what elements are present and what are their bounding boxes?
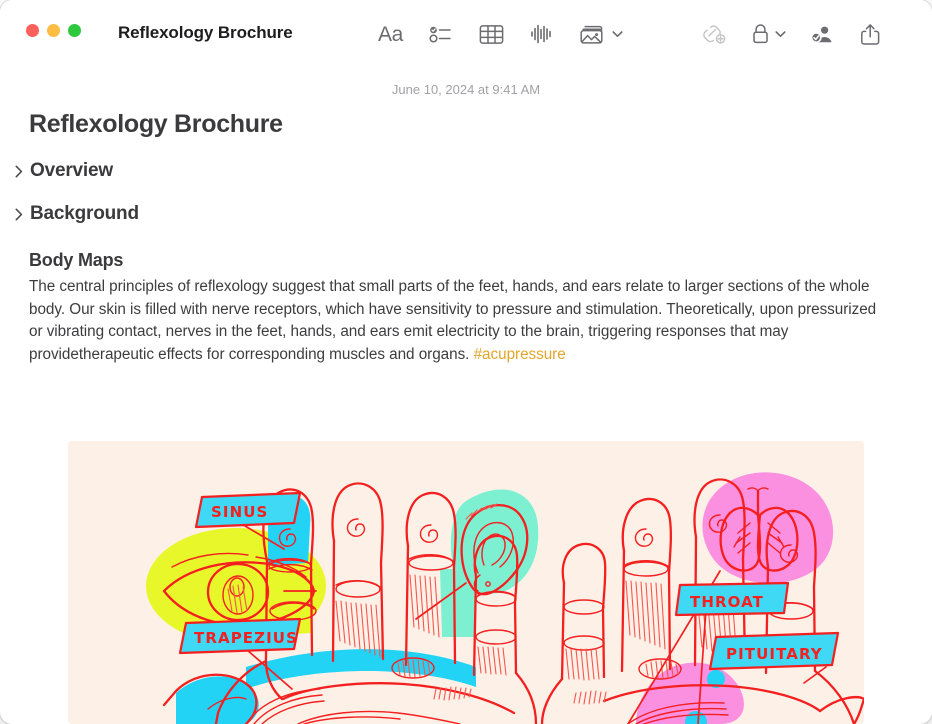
hashtag-acupressure[interactable]: #acupressure — [474, 346, 566, 363]
label-trapezius-text: TRAPEZIUS — [194, 629, 298, 647]
sidebar-item-overview[interactable]: Overview — [13, 160, 932, 182]
format-text-label: Aa — [378, 22, 403, 46]
label-pituitary-text: PITUITARY — [726, 645, 823, 663]
sidebar-item-background[interactable]: Background — [13, 203, 932, 225]
audio-button[interactable] — [530, 17, 554, 51]
toolbar-center-group: Aa — [378, 16, 623, 52]
label-sinus-text: SINUS — [211, 503, 268, 521]
share-button[interactable] — [860, 17, 881, 51]
link-plus-icon — [700, 23, 727, 45]
note-content-area[interactable]: June 10, 2024 at 9:41 AM Reflexology Bro… — [0, 68, 932, 724]
chevron-right-icon[interactable] — [13, 162, 25, 180]
checklist-icon — [429, 24, 453, 44]
label-throat-text: THROAT — [690, 593, 764, 611]
window-title: Reflexology Brochure — [118, 23, 293, 42]
maximize-button[interactable] — [68, 24, 81, 37]
lock-button[interactable] — [751, 17, 786, 51]
toolbar-right-group — [700, 16, 881, 52]
traffic-light-controls — [26, 24, 81, 37]
window-titlebar: Reflexology Brochure Aa — [0, 0, 932, 68]
section-heading-overview: Overview — [30, 160, 113, 181]
table-button[interactable] — [479, 17, 504, 51]
chevron-down-icon — [612, 30, 623, 38]
paragraph-text: The central principles of reflexology su… — [29, 278, 877, 363]
add-link-button[interactable] — [700, 17, 727, 51]
photos-icon — [580, 23, 607, 45]
hand-reflexology-svg: .ink { stroke:#f41f1f; fill:none; stroke… — [68, 441, 864, 724]
chevron-down-icon — [775, 30, 786, 38]
media-button[interactable] — [580, 17, 623, 51]
minimize-button[interactable] — [47, 24, 60, 37]
label-sinus: SINUS — [194, 491, 302, 529]
body-maps-paragraph: The central principles of reflexology su… — [29, 276, 878, 366]
note-date: June 10, 2024 at 9:41 AM — [391, 82, 541, 97]
person-check-icon — [810, 23, 836, 45]
section-heading-background: Background — [30, 203, 139, 224]
table-icon — [479, 24, 504, 45]
label-trapezius: TRAPEZIUS — [178, 617, 302, 655]
format-text-button[interactable]: Aa — [378, 17, 403, 51]
hand-reflexology-diagram[interactable]: .ink { stroke:#f41f1f; fill:none; stroke… — [68, 441, 864, 724]
lock-icon — [751, 23, 770, 45]
section-heading-body-maps: Body Maps — [29, 250, 124, 270]
waveform-icon — [530, 23, 554, 45]
chevron-right-icon[interactable] — [13, 205, 25, 223]
share-icon — [860, 23, 881, 46]
close-button[interactable] — [26, 24, 39, 37]
note-title: Reflexology Brochure — [29, 110, 283, 138]
label-pituitary: PITUITARY — [708, 631, 840, 671]
collaborate-button[interactable] — [810, 17, 836, 51]
checklist-button[interactable] — [429, 17, 453, 51]
section-body-maps: Body Maps The central principles of refl… — [29, 250, 878, 366]
notes-window: Reflexology Brochure Aa June 10, 2024 at… — [0, 0, 932, 724]
label-throat: THROAT — [674, 581, 790, 617]
